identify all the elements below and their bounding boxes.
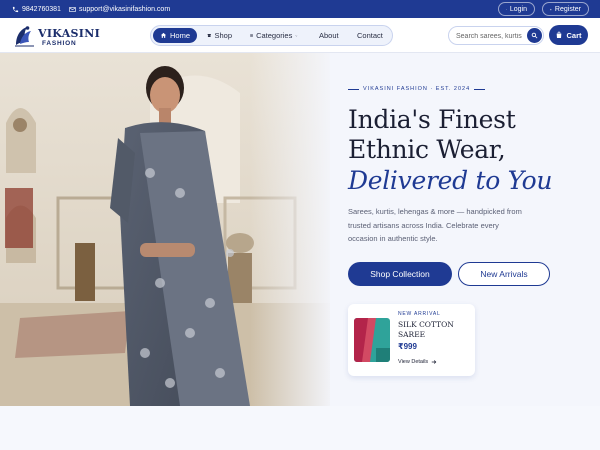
eyebrow-line-right [474,88,486,90]
search-button[interactable] [527,28,542,43]
nav-contact-label: Contact [357,31,383,40]
top-contact-bar: 9842760381 support@vikasinifashion.com L… [0,0,600,18]
nav-categories-label: Categories [256,31,293,40]
product-thumbnail [354,318,390,362]
hero-headline-line-3: Delivered to You [348,166,553,195]
hero-headline-line-2: Ethnic Wear, [348,135,506,164]
new-arrivals-button[interactable]: New Arrivals [458,262,550,286]
shopping-bag-icon [557,31,562,38]
search-box [448,26,544,45]
login-button[interactable]: Login [498,2,535,16]
hero-headline-line-1: India's Finest [348,105,516,134]
phone-icon [12,6,19,12]
register-button[interactable]: Register [542,2,589,16]
nav-shop[interactable]: Shop [200,28,239,43]
site-logo[interactable]: VIKASINI FASHION [12,22,100,50]
arrow-right-icon [431,360,437,364]
search-icon [531,32,538,39]
view-details-label: View Details [398,359,429,365]
below-fold-area [0,406,600,450]
cart-button[interactable]: Cart [549,25,588,45]
logo-name: VIKASINI [38,27,101,40]
shop-collection-button[interactable]: Shop Collection [348,262,452,286]
home-icon [160,32,167,38]
product-title: SILK COTTON SAREE [398,320,454,339]
mail-icon [69,6,76,12]
featured-product-card[interactable]: NEW ARRIVAL SILK COTTON SAREE ₹999 View … [348,304,475,376]
chevron-down-icon [295,34,298,37]
product-tag: NEW ARRIVAL [398,311,441,317]
main-header: VIKASINI FASHION Home Shop Categories Ab… [0,18,600,53]
phone-number: 9842760381 [22,5,61,13]
eyebrow-line-left [348,88,359,90]
login-label: Login [509,5,527,13]
eyebrow-text: VIKASINI FASHION · EST. 2024 [363,86,471,92]
logo-subtitle: FASHION [42,40,77,47]
login-icon [506,8,507,10]
store-icon [207,34,211,37]
user-plus-icon [550,8,552,10]
nav-home[interactable]: Home [153,28,197,43]
hero-description: Sarees, kurtis, lehengas & more — handpi… [348,207,522,243]
email-address: support@vikasinifashion.com [79,5,171,13]
email-contact[interactable]: support@vikasinifashion.com [69,0,170,18]
nav-home-label: Home [169,31,190,40]
hero-section: VIKASINI FASHION · EST. 2024 India's Fin… [0,53,600,406]
phone-contact[interactable]: 9842760381 [12,0,61,18]
nav-shop-label: Shop [214,31,232,40]
nav-contact[interactable]: Contact [350,28,390,43]
register-label: Register [554,5,581,13]
nav-about-label: About [319,31,339,40]
peacock-logo-icon [15,26,34,47]
view-details-link[interactable]: View Details [398,359,437,365]
grid-icon [250,34,253,37]
product-price: ₹999 [398,342,417,351]
nav-about[interactable]: About [312,28,348,43]
hero-image-fade [250,53,335,406]
hero-eyebrow: VIKASINI FASHION · EST. 2024 [348,85,488,93]
nav-categories[interactable]: Categories [243,28,305,43]
search-input[interactable] [456,29,526,43]
main-navigation: Home Shop Categories About Contact [150,25,393,46]
cart-label: Cart [566,30,582,40]
